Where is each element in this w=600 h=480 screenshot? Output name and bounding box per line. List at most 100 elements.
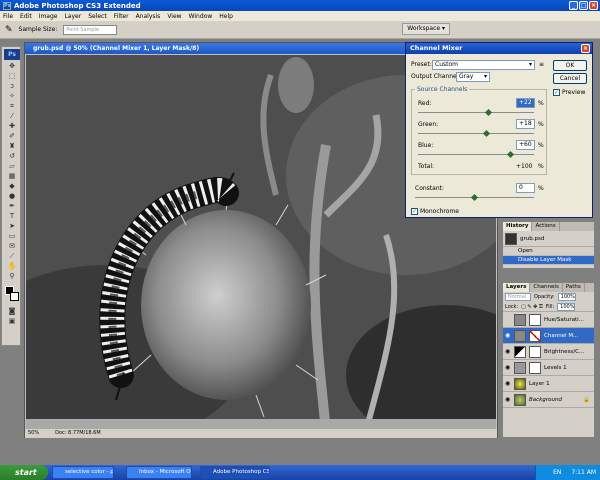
blend-mode-select[interactable]: Normal [505, 293, 531, 301]
menu-layer[interactable]: Layer [64, 13, 81, 20]
layer-row-hue-saturation[interactable]: Hue/Saturati... [503, 312, 594, 328]
green-value-input[interactable]: +18 [516, 119, 535, 129]
screen-mode-icon[interactable]: ▣ [5, 317, 19, 326]
minimize-icon[interactable]: _ [569, 1, 578, 10]
menu-edit[interactable]: Edit [20, 13, 32, 20]
source-channels-label: Source Channels [415, 86, 470, 93]
color-swatches[interactable] [2, 284, 20, 306]
tab-actions[interactable]: Actions [532, 222, 560, 231]
stamp-tool-icon[interactable]: ♜ [5, 142, 19, 151]
tab-channels[interactable]: Channels [530, 283, 563, 292]
preset-options-icon[interactable]: ≡ [539, 61, 544, 68]
preview-checkbox[interactable]: ✓ [553, 89, 560, 96]
healing-tool-icon[interactable]: ✚ [5, 122, 19, 131]
layer-row-levels[interactable]: ◉ Levels 1 [503, 360, 594, 376]
taskbar-item-selective-color[interactable]: selective color - phot... [52, 466, 114, 479]
slice-tool-icon[interactable]: ⁄ [5, 112, 19, 121]
notes-tool-icon[interactable]: ✉ [5, 242, 19, 251]
tab-paths[interactable]: Paths [563, 283, 585, 292]
pen-tool-icon[interactable]: ✒ [5, 202, 19, 211]
start-button[interactable]: start [0, 465, 48, 480]
eye-icon[interactable]: ◉ [505, 364, 511, 371]
menu-window[interactable]: Window [189, 13, 213, 20]
crop-tool-icon[interactable]: ⌗ [5, 102, 19, 111]
background-color[interactable] [10, 292, 19, 301]
blue-value-input[interactable]: +60 [516, 140, 535, 150]
tab-layers[interactable]: Layers [503, 283, 531, 292]
mask-thumbnail[interactable] [529, 345, 541, 358]
red-label: Red: [418, 100, 432, 107]
constant-value-input[interactable]: 0 [516, 183, 535, 193]
eye-icon[interactable]: ◉ [505, 396, 511, 403]
green-slider[interactable] [418, 133, 534, 134]
layer-row-background[interactable]: ◉ Background 🔒 [503, 392, 594, 408]
sample-size-select[interactable]: Point Sample [63, 24, 118, 35]
opacity-input[interactable]: 100% [557, 293, 576, 301]
dodge-tool-icon[interactable]: ● [5, 192, 19, 201]
green-pct: % [538, 121, 544, 128]
history-brush-tool-icon[interactable]: ↺ [5, 152, 19, 161]
menu-bar: File Edit Image Layer Select Filter Anal… [0, 11, 600, 21]
eye-icon[interactable]: ◉ [505, 380, 511, 387]
lock-icon: 🔒 [583, 396, 590, 403]
history-snapshot[interactable]: grub.psd [503, 231, 594, 247]
windows-taskbar: start selective color - phot... Inbox - … [0, 465, 600, 480]
constant-slider-knob[interactable] [470, 193, 479, 202]
blue-slider[interactable] [418, 154, 534, 155]
mask-thumbnail[interactable] [529, 361, 541, 374]
options-bar: ✎ Sample Size: Point Sample [0, 21, 600, 39]
quick-mask-icon[interactable]: ◙ [5, 307, 19, 316]
history-item-disable-layer-mask[interactable]: Disable Layer Mask [503, 256, 594, 265]
eyedropper-icon[interactable]: ✎ [5, 25, 13, 35]
mask-thumbnail[interactable] [529, 313, 541, 326]
lasso-tool-icon[interactable]: ↄ [5, 82, 19, 91]
language-indicator[interactable]: EN [553, 469, 561, 476]
menu-help[interactable]: Help [219, 13, 233, 20]
gradient-tool-icon[interactable]: ▦ [5, 172, 19, 181]
output-channel-select[interactable]: Gray ▾ [456, 72, 490, 82]
menu-filter[interactable]: Filter [114, 13, 129, 20]
preset-select[interactable]: Custom ▾ [432, 60, 535, 70]
cancel-button[interactable]: Cancel [553, 73, 587, 84]
monochrome-checkbox[interactable]: ✓ [411, 208, 418, 215]
dialog-close-icon[interactable]: × [581, 44, 590, 53]
history-panel: History Actions grub.psd Open Disable La… [502, 221, 595, 269]
red-slider[interactable] [418, 112, 534, 113]
brush-tool-icon[interactable]: ✐ [5, 132, 19, 141]
menu-analysis[interactable]: Analysis [136, 13, 161, 20]
blur-tool-icon[interactable]: ◆ [5, 182, 19, 191]
menu-image[interactable]: Image [39, 13, 58, 20]
marquee-tool-icon[interactable]: ⬚ [5, 72, 19, 81]
move-tool-icon[interactable]: ✥ [5, 62, 19, 71]
tab-history[interactable]: History [503, 222, 533, 231]
red-value-input[interactable]: +22 [516, 98, 535, 108]
layer-row-layer-1[interactable]: ◉ Layer 1 [503, 376, 594, 392]
ok-button[interactable]: OK [553, 60, 587, 71]
maximize-icon[interactable]: □ [579, 1, 588, 10]
eye-icon[interactable]: ◉ [505, 332, 511, 339]
workspace-button[interactable]: Workspace ▾ [402, 23, 450, 35]
eyedropper-tool-icon[interactable]: ⟋ [5, 252, 19, 261]
taskbar-item-outlook[interactable]: Inbox - Microsoft Out... [126, 466, 192, 479]
taskbar-item-photoshop[interactable]: Adobe Photoshop CS... [200, 466, 270, 479]
layer-row-brightness-contrast[interactable]: ◉ Brightness/C... [503, 344, 594, 360]
fill-input[interactable]: 100% [557, 302, 576, 311]
zoom-level[interactable]: 50% [28, 429, 39, 438]
menu-file[interactable]: File [3, 13, 13, 20]
eraser-tool-icon[interactable]: ▱ [5, 162, 19, 171]
opacity-label: Opacity: [534, 294, 555, 300]
type-tool-icon[interactable]: T [5, 212, 19, 221]
magic-wand-tool-icon[interactable]: ✧ [5, 92, 19, 101]
eye-icon[interactable]: ◉ [505, 348, 511, 355]
layer-row-channel-mixer[interactable]: ◉ Channel M... [503, 328, 594, 344]
lock-icon[interactable]: ▢ ✎ ✥ ⚿ [521, 304, 543, 310]
path-selection-tool-icon[interactable]: ➤ [5, 222, 19, 231]
disabled-mask-thumbnail[interactable] [529, 329, 541, 342]
shape-tool-icon[interactable]: ▭ [5, 232, 19, 241]
hand-tool-icon[interactable]: ✋ [5, 262, 19, 271]
menu-view[interactable]: View [167, 13, 181, 20]
menu-select[interactable]: Select [88, 13, 107, 20]
zoom-tool-icon[interactable]: ⚲ [5, 272, 19, 281]
close-icon[interactable]: × [589, 1, 598, 10]
history-item-open[interactable]: Open [503, 247, 594, 256]
